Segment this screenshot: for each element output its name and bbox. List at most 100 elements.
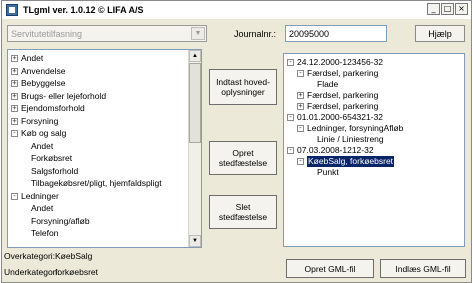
indtast-hovedoplysninger-button[interactable]: Indtast hoved- oplysninger xyxy=(209,69,277,105)
tree-node-label: Forkøbsret xyxy=(31,153,73,163)
tree-node[interactable]: + Ejendomsforhold xyxy=(11,102,187,115)
tree-node[interactable]: Salgsforhold xyxy=(11,165,187,178)
tree-node[interactable]: Flade xyxy=(287,79,462,90)
tree-node[interactable]: Forkøbsret xyxy=(11,152,187,165)
overkategori-label: Overkategori: xyxy=(4,251,56,261)
tree-node[interactable]: + Brugs- eller lejeforhold xyxy=(11,90,187,103)
journal-label: Journalnr.: xyxy=(234,29,277,39)
tree-node[interactable]: + Forsyning xyxy=(11,115,187,128)
tree-node[interactable]: Linie / Liniestreng xyxy=(287,134,462,145)
collapse-icon[interactable]: - xyxy=(287,59,294,66)
servitut-combo-value: Servitutetilfasning xyxy=(11,28,83,39)
servitut-combo[interactable]: Servitutetilfasning ▼ xyxy=(7,25,207,42)
tree-node[interactable]: Punkt xyxy=(287,167,462,178)
tree-node-label: Ejendomsforhold xyxy=(21,103,85,113)
tree-node[interactable]: -01.01.2000-654321-32 xyxy=(287,112,462,123)
tree-node-label: 01.01.2000-654321-32 xyxy=(297,112,384,122)
tree-node[interactable]: + Andet xyxy=(11,52,187,65)
title-bar: TLgml ver. 1.0.12 © LIFA A/S _ □ × xyxy=(2,1,471,19)
collapse-icon[interactable]: - xyxy=(297,70,304,77)
servitut-tree[interactable]: -24.12.2000-123456-32- Færdsel, parkering… xyxy=(283,53,465,247)
tree-node-label: Anvendelse xyxy=(21,65,66,76)
slet-sted-button-label: Slet stedfæstelse xyxy=(218,202,268,222)
tree-node[interactable]: - Færdsel, parkering xyxy=(287,68,462,79)
expand-icon[interactable]: + xyxy=(11,117,18,125)
tree-node-label: 07.03.2008-1212-32 xyxy=(297,145,374,155)
tree-node[interactable]: - KøebSalg, forkøebsret xyxy=(287,156,462,167)
tree-node[interactable]: + Færdsel, parkering xyxy=(287,101,462,112)
expand-icon[interactable]: + xyxy=(11,105,18,112)
category-tree-items: + Andet + Anvendelse + Bebyggelse + Brugs- elle… xyxy=(11,52,187,240)
tree-node-label: Salgsforhold xyxy=(31,165,79,176)
window-controls: _ □ × xyxy=(427,3,468,15)
slet-stedfaestelse-button[interactable]: Slet stedfæstelse xyxy=(209,195,277,229)
underkategori-value: forkøebsret xyxy=(55,267,98,277)
tree-node-label: Færdsel, parkering xyxy=(307,68,379,78)
tree-node-label: Bebyggelse xyxy=(21,78,66,88)
expand-icon[interactable]: + xyxy=(11,80,18,87)
tree-node[interactable]: Telefon xyxy=(11,227,187,240)
tree-node-label: Telefon xyxy=(31,228,59,238)
chevron-down-icon[interactable]: ▼ xyxy=(191,27,205,40)
tree-node[interactable]: Andet xyxy=(11,140,187,153)
category-tree[interactable]: + Andet + Anvendelse + Bebyggelse + Brugs- elle… xyxy=(7,49,202,248)
tree-node-label: Færdsel, parkering xyxy=(307,101,379,111)
tree-node[interactable]: + Bebyggelse xyxy=(11,77,187,90)
help-button[interactable]: Hjælp xyxy=(415,25,465,42)
expand-icon[interactable]: + xyxy=(11,92,18,100)
indlaes-gml-button[interactable]: Indlæs GML-fil xyxy=(380,259,466,278)
collapse-icon[interactable]: - xyxy=(11,192,18,200)
scroll-thumb[interactable] xyxy=(189,63,201,143)
underkategori-label: Underkategori: xyxy=(4,267,60,277)
tree-node[interactable]: + Anvendelse xyxy=(11,65,187,78)
tree-node[interactable]: -07.03.2008-1212-32 xyxy=(287,145,462,156)
tree-node[interactable]: Forsyning/afløb xyxy=(11,215,187,228)
tree-node-label: Tilbagekøbsret/pligt, hjemfaldspligt xyxy=(31,178,162,188)
tree-node[interactable]: Tilbagekøbsret/pligt, hjemfaldspligt xyxy=(11,177,187,190)
collapse-icon[interactable]: - xyxy=(297,158,304,165)
tree-node[interactable]: - Køb og salg xyxy=(11,127,187,140)
app-icon xyxy=(6,4,18,16)
tree-node-label: Køb og salg xyxy=(21,128,67,138)
tree-node[interactable]: - Ledninger, forsyningAfløb xyxy=(287,123,462,134)
tree-node[interactable]: -24.12.2000-123456-32 xyxy=(287,57,462,68)
tree-node[interactable]: Andet xyxy=(11,202,187,215)
tree-node-label: 24.12.2000-123456-32 xyxy=(297,57,384,67)
overkategori-value: KøebSalg xyxy=(55,251,93,261)
tree-node-label: Punkt xyxy=(317,167,339,177)
expand-icon[interactable]: + xyxy=(11,67,18,75)
tree-node[interactable]: + Færdsel, parkering xyxy=(287,90,462,101)
indtast-button-label: Indtast hoved- oplysninger xyxy=(216,77,270,97)
tree-node-label: Andet xyxy=(21,53,44,63)
scroll-up-icon[interactable]: ▲ xyxy=(189,50,201,62)
tree-node-label: Ledninger, forsyningAfløb xyxy=(307,123,404,133)
tree-node-label: Linie / Liniestreng xyxy=(317,134,384,144)
tree-node-label: Flade xyxy=(317,79,339,89)
collapse-icon[interactable]: - xyxy=(11,130,18,137)
tree-node-label: Forsyning xyxy=(21,115,59,126)
expand-icon[interactable]: + xyxy=(11,55,18,62)
collapse-icon[interactable]: - xyxy=(287,114,294,121)
scroll-down-icon[interactable]: ▼ xyxy=(189,235,201,247)
tree-node-label: KøebSalg, forkøebsret xyxy=(307,156,395,167)
opret-sted-button-label: Opret stedfæstelse xyxy=(218,148,268,168)
category-tree-scrollbar[interactable]: ▲ ▼ xyxy=(188,50,201,247)
minimize-button[interactable]: _ xyxy=(427,3,440,15)
servitut-tree-items: -24.12.2000-123456-32- Færdsel, parkering… xyxy=(287,57,462,178)
window-title: TLgml ver. 1.0.12 © LIFA A/S xyxy=(23,5,144,15)
maximize-button[interactable]: □ xyxy=(441,3,454,15)
journal-input[interactable] xyxy=(285,25,387,42)
collapse-icon[interactable]: - xyxy=(287,147,294,154)
tree-node-label: Ledninger xyxy=(21,190,59,201)
expand-icon[interactable]: + xyxy=(297,103,304,110)
collapse-icon[interactable]: - xyxy=(297,125,304,132)
main-window: TLgml ver. 1.0.12 © LIFA A/S _ □ × Servi… xyxy=(1,0,472,283)
tree-node-label: Andet xyxy=(31,140,54,151)
tree-node-label: Brugs- eller lejeforhold xyxy=(21,90,107,101)
opret-gml-button[interactable]: Opret GML-fil xyxy=(286,259,374,278)
expand-icon[interactable]: + xyxy=(297,92,304,99)
tree-node-label: Færdsel, parkering xyxy=(307,90,379,100)
close-button[interactable]: × xyxy=(455,3,468,15)
opret-stedfaestelse-button[interactable]: Opret stedfæstelse xyxy=(209,141,277,175)
tree-node[interactable]: - Ledninger xyxy=(11,190,187,203)
